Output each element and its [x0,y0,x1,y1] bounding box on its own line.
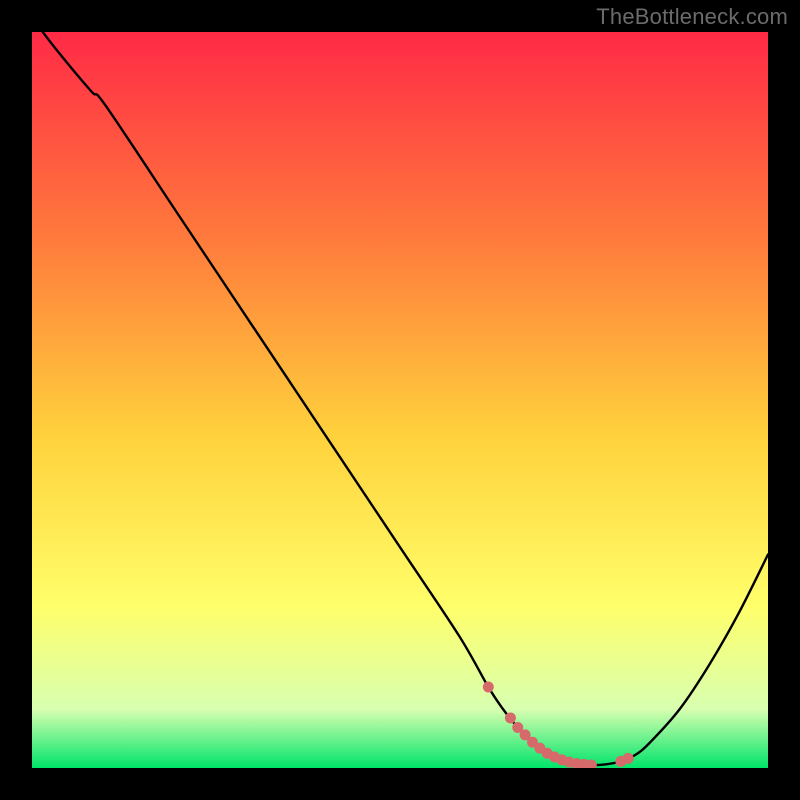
highlight-dot [505,712,516,723]
highlight-dot [483,682,494,693]
watermark-text: TheBottleneck.com [596,4,788,30]
chart-frame: TheBottleneck.com [0,0,800,800]
chart-svg [32,32,768,768]
gradient-bg [32,32,768,768]
plot-area [32,32,768,768]
highlight-dot [623,753,634,764]
